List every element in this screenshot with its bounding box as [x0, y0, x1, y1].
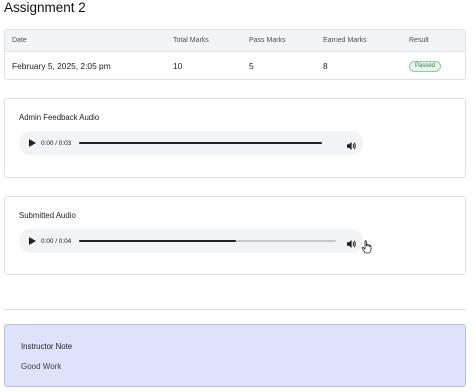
- submitted-audio-title: Submitted Audio: [19, 211, 76, 220]
- submitted-audio-player[interactable]: 0:00 / 0:04: [19, 229, 363, 253]
- volume-icon[interactable]: [347, 236, 357, 248]
- admin-audio-player[interactable]: 0:00 / 0:03: [19, 131, 363, 155]
- submitted-audio-card: Submitted Audio 0:00 / 0:04: [4, 196, 466, 275]
- admin-audio-card: Admin Feedback Audio 0:00 / 0:03: [4, 98, 466, 178]
- results-table: Date Total Marks Pass Marks Earned Marks…: [4, 29, 466, 80]
- audio-progress-track[interactable]: [79, 240, 336, 242]
- instructor-note-title: Instructor Note: [21, 342, 73, 351]
- results-header-row: Date Total Marks Pass Marks Earned Marks…: [5, 30, 465, 52]
- admin-audio-title: Admin Feedback Audio: [19, 113, 100, 122]
- header-total-marks: Total Marks: [173, 37, 209, 44]
- cell-total-marks: 10: [173, 61, 183, 71]
- play-icon[interactable]: [28, 139, 37, 148]
- hand-cursor-icon: [361, 240, 373, 254]
- header-result: Result: [409, 37, 429, 44]
- cell-earned-marks: 8: [323, 61, 328, 71]
- section-divider: [4, 309, 466, 310]
- cell-date: February 5, 2025, 2:05 pm: [12, 61, 111, 71]
- volume-icon[interactable]: [347, 138, 357, 150]
- table-row: February 5, 2025, 2:05 pm 10 5 8 Passed: [5, 52, 465, 79]
- page-title: Assignment 2: [4, 0, 86, 15]
- audio-progress-track[interactable]: [79, 142, 322, 144]
- result-cell: Passed: [409, 52, 442, 79]
- instructor-note-text: Good Work: [21, 362, 62, 371]
- audio-time: 0:00 / 0:03: [41, 139, 72, 147]
- status-badge: Passed: [409, 60, 442, 72]
- instructor-note-card: Instructor Note Good Work: [4, 324, 466, 387]
- audio-progress-fill: [79, 142, 322, 144]
- header-date: Date: [12, 37, 27, 44]
- play-icon[interactable]: [28, 237, 37, 246]
- header-pass-marks: Pass Marks: [249, 37, 286, 44]
- header-earned-marks: Earned Marks: [323, 37, 367, 44]
- audio-progress-fill: [79, 240, 236, 242]
- cell-pass-marks: 5: [249, 61, 254, 71]
- audio-time: 0:00 / 0:04: [41, 237, 72, 245]
